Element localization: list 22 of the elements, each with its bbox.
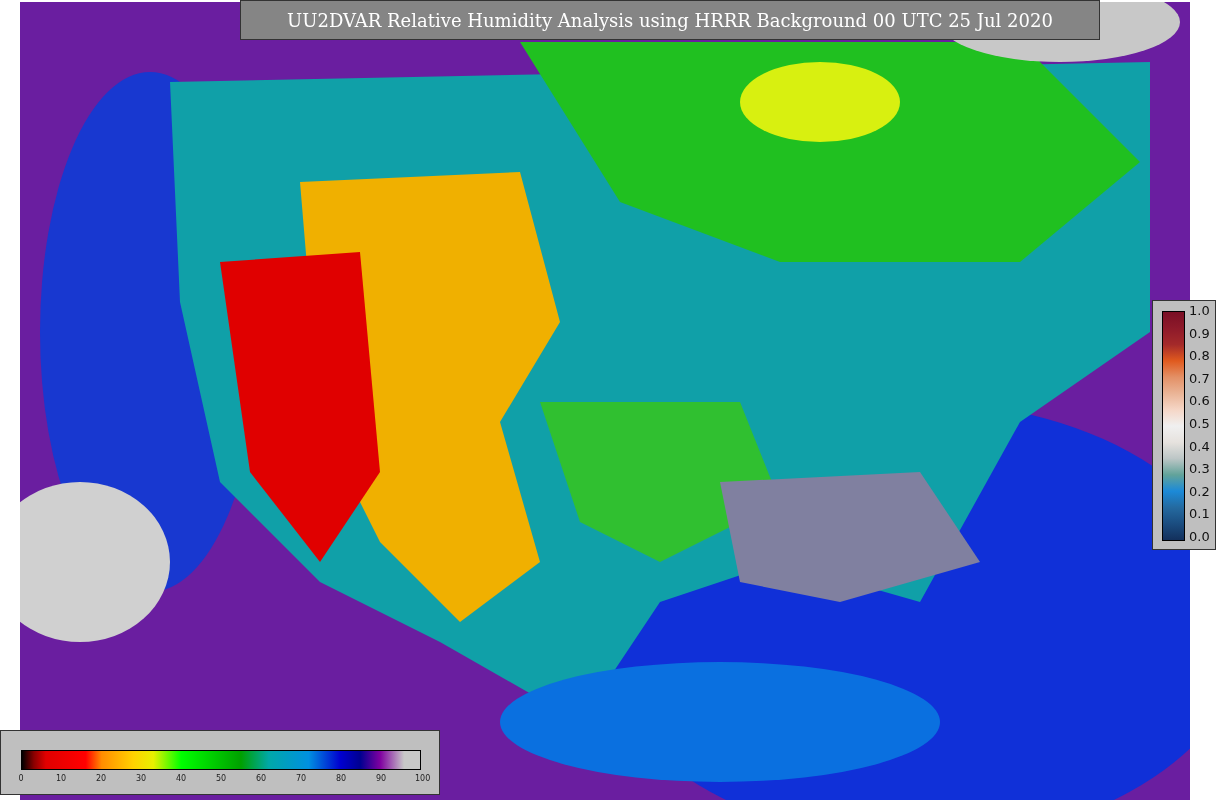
tick-label: 80 bbox=[335, 774, 347, 783]
tick-label: 0.2 bbox=[1189, 484, 1210, 499]
tick-label: 0.4 bbox=[1189, 439, 1210, 454]
tick-label: 0.1 bbox=[1189, 507, 1210, 522]
tick-label: 0.6 bbox=[1189, 394, 1210, 409]
tick-label: 1.0 bbox=[1189, 304, 1210, 318]
tick-label: 30 bbox=[135, 774, 147, 783]
tick-label: 70 bbox=[295, 774, 307, 783]
tick-label: 0.3 bbox=[1189, 462, 1210, 477]
tick-label: 90 bbox=[375, 774, 387, 783]
tick-label: 50 bbox=[215, 774, 227, 783]
map-title: UU2DVAR Relative Humidity Analysis using HRRR Background 00 UTC 25 Jul 2020 bbox=[240, 0, 1100, 40]
tick-label: 0.8 bbox=[1189, 349, 1210, 364]
tick-label: 40 bbox=[175, 774, 187, 783]
tick-label: 0.0 bbox=[1189, 529, 1210, 544]
tick-label: 0.5 bbox=[1189, 416, 1210, 431]
tick-label: 20 bbox=[95, 774, 107, 783]
tick-label: 0.7 bbox=[1189, 371, 1210, 386]
tick-label: 60 bbox=[255, 774, 267, 783]
tick-label: 10 bbox=[55, 774, 67, 783]
tick-label: 0 bbox=[17, 774, 25, 783]
tick-label: 0.9 bbox=[1189, 326, 1210, 341]
